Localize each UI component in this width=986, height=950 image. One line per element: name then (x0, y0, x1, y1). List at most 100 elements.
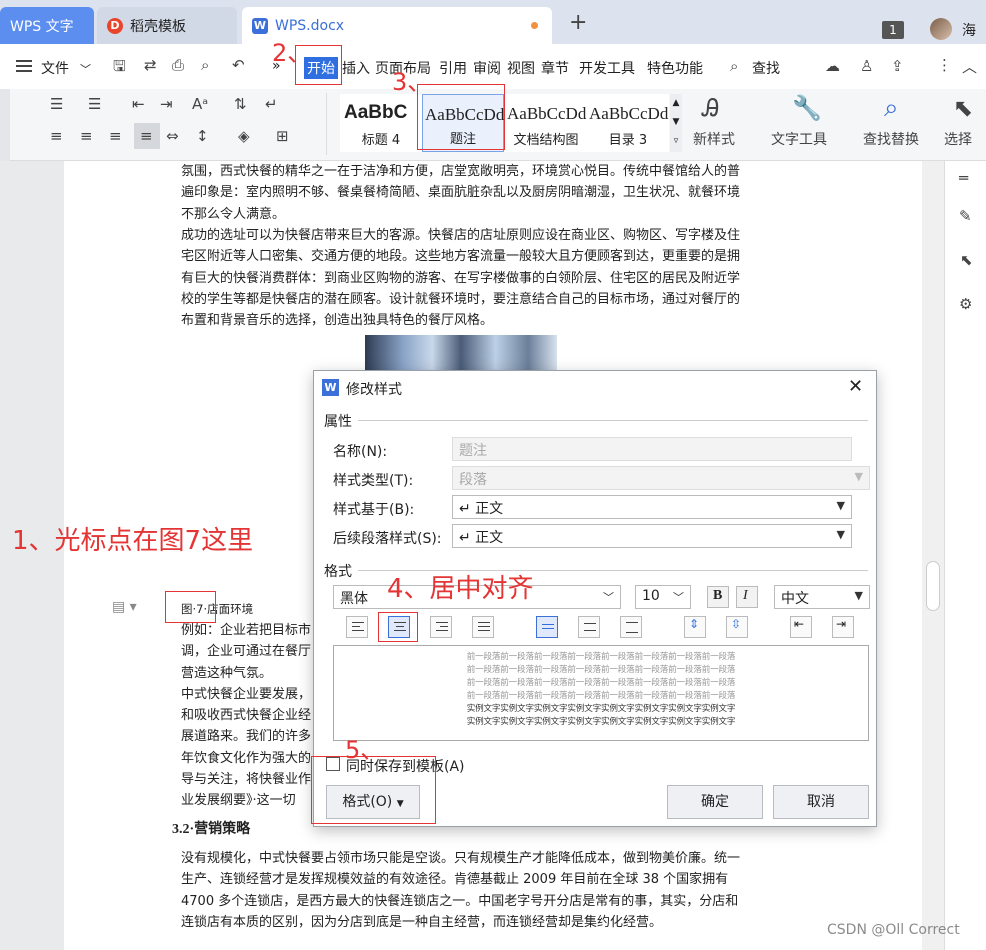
vertical-scrollbar[interactable] (922, 161, 944, 950)
borders-icon[interactable]: ⊞ (276, 127, 289, 145)
style-type-select[interactable]: 段落 ▼ (452, 466, 870, 490)
pen-icon[interactable]: ✎ (959, 207, 972, 225)
style-preview: AaBbCcDd (507, 104, 587, 123)
menu-view[interactable]: 视图 (507, 58, 535, 78)
menu-search[interactable]: 查找 (752, 58, 780, 78)
print-preview-icon[interactable]: ⌕ (201, 56, 209, 74)
numbered-list-icon[interactable]: ☰ (88, 95, 101, 113)
section-heading[interactable]: 3.2·营销策略 (172, 818, 250, 838)
text-tools-button[interactable]: 文字工具 (771, 129, 827, 149)
undo-icon[interactable]: ↶ (232, 56, 245, 74)
pointer-icon[interactable]: ⬉ (960, 251, 973, 269)
window-count-badge[interactable]: 1 (882, 21, 904, 39)
menu-chapter[interactable]: 章节 (541, 58, 569, 78)
print-icon[interactable]: ⎙ (172, 56, 184, 74)
name-field[interactable]: 题注 (452, 437, 852, 461)
watermark: CSDN @Oll Correct (827, 922, 960, 938)
style-gallery-scroll[interactable]: ▲ ▼ ▿ (670, 94, 682, 152)
doc-line: 和吸收西式快餐企业经 (181, 708, 312, 724)
close-icon[interactable]: ✕ (848, 376, 863, 397)
paragraph-3[interactable]: 没有规模化，中式快餐要占领市场只能是空谈。只有规模生产才能降低成本，做到物美价廉… (181, 848, 746, 933)
chevron-down-icon: ﹀ (673, 591, 684, 604)
doc-line: 业发展纲要》·这一切 (181, 793, 296, 809)
align-center-icon[interactable]: ≡ (80, 127, 93, 145)
italic-button[interactable]: I (736, 586, 758, 608)
export-icon[interactable]: ⇄ (144, 56, 157, 74)
menu-file[interactable]: 文件 (41, 58, 69, 78)
one-half-spacing-button[interactable] (578, 616, 600, 638)
style-toc3[interactable]: AaBbCcDd 目录 3 (587, 94, 669, 152)
cursor-icon[interactable]: ⬉ (953, 94, 973, 122)
hamburger-icon[interactable] (16, 60, 32, 72)
collapse-panel-icon[interactable]: ═ (959, 169, 968, 187)
double-spacing-button[interactable] (620, 616, 642, 638)
annotation-box-center (378, 612, 418, 642)
align-left-button[interactable] (346, 616, 368, 638)
decrease-indent-icon[interactable]: ⇤ (132, 95, 145, 113)
add-user-icon[interactable]: ♙ (860, 57, 873, 75)
justify-button[interactable]: ≡ (134, 123, 160, 149)
style-doc-map[interactable]: AaBbCcDd 文档结构图 (505, 94, 587, 152)
wrench-icon[interactable]: 🔧 (792, 94, 822, 122)
show-marks-icon[interactable]: ↵ (265, 95, 278, 113)
share-icon[interactable]: ⇪ (891, 57, 904, 75)
distribute-icon[interactable]: ⇔ (166, 127, 179, 145)
cloud-sync-icon[interactable]: ☁ (825, 57, 840, 75)
find-replace-icon[interactable]: ⌕ (884, 93, 899, 124)
decrease-para-spacing-button[interactable]: ⇳ (726, 616, 748, 638)
shading-icon[interactable]: ◈ (238, 127, 250, 145)
next-style-select[interactable]: ↵ 正文 ▼ (452, 524, 852, 548)
bullet-list-icon[interactable]: ☰ (50, 95, 63, 113)
scroll-thumb[interactable] (926, 561, 940, 611)
bold-button[interactable]: B (707, 586, 729, 608)
menu-references[interactable]: 引用 (439, 58, 467, 78)
chevron-down-icon[interactable]: ﹀ (80, 61, 91, 77)
menu-special[interactable]: 特色功能 (647, 58, 703, 78)
tab-template[interactable]: D 稻壳模板 (97, 7, 237, 44)
tab-wps-home[interactable]: WPS 文字 (0, 7, 94, 44)
menu-review[interactable]: 审阅 (473, 58, 501, 78)
font-size-select[interactable]: 10 ﹀ (635, 585, 691, 609)
align-right-button[interactable] (430, 616, 452, 638)
save-icon[interactable]: 🖫 (113, 56, 126, 81)
more-icon[interactable]: ⋮ (937, 56, 952, 74)
align-left-icon[interactable]: ≡ (50, 127, 63, 145)
ribbon-scroll-left[interactable] (0, 89, 10, 161)
based-on-select[interactable]: ↵ 正文 ▼ (452, 495, 852, 519)
search-icon[interactable]: ⌕ (730, 57, 738, 75)
tab-bar: WPS 文字 D 稻壳模板 W WPS.docx + 1 海 (0, 0, 986, 44)
decrease-indent-button[interactable]: ⇤ (790, 616, 812, 638)
select-button[interactable]: 选择 (944, 129, 972, 149)
find-replace-button[interactable]: 查找替换 (863, 129, 919, 149)
new-style-icon[interactable]: Ꭿ (702, 94, 719, 122)
change-case-icon[interactable]: Aᵃ (192, 95, 208, 113)
justify-button[interactable] (472, 616, 494, 638)
line-spacing-icon[interactable]: ↕ (196, 127, 209, 145)
indent-icon: ⇥ (836, 617, 847, 631)
dialog-title: 修改样式 (346, 382, 402, 398)
storefront-photo[interactable] (365, 335, 557, 371)
increase-indent-button[interactable]: ⇥ (832, 616, 854, 638)
align-right-icon[interactable]: ≡ (109, 127, 122, 145)
sort-icon[interactable]: ⇅ (234, 95, 247, 113)
paragraph-1[interactable]: 氛围，西式快餐的精华之一在于洁净和方便，店堂宽敞明亮，环境赏心悦目。传统中餐馆给… (181, 161, 746, 225)
new-style-button[interactable]: 新样式 (693, 129, 735, 149)
avatar[interactable] (930, 18, 952, 40)
hidden-paragraph-fragment[interactable]: 例如：企业若把目标市 调，企业可通过在餐厅 营造这种气氛。 中式快餐企业要发展，… (181, 620, 316, 812)
style-heading4[interactable]: AaBbC 标题 4 (340, 94, 422, 152)
annotation-step2: 2、 (272, 39, 312, 67)
ok-button[interactable]: 确定 (667, 785, 763, 819)
language-select[interactable]: 中文 ▼ (774, 585, 870, 609)
menu-insert[interactable]: 插入 (342, 58, 370, 78)
new-tab-button[interactable]: + (569, 10, 587, 35)
increase-para-spacing-button[interactable]: ⇕ (684, 616, 706, 638)
increase-indent-icon[interactable]: ⇥ (160, 95, 173, 113)
collapse-ribbon-icon[interactable]: ︿ (962, 56, 977, 77)
menu-dev-tools[interactable]: 开发工具 (579, 58, 635, 78)
style-label: 文档结构图 (513, 133, 579, 148)
cancel-button[interactable]: 取消 (773, 785, 869, 819)
settings-sliders-icon[interactable]: ⚙ (959, 295, 972, 313)
paragraph-2[interactable]: 成功的选址可以为快餐店带来巨大的客源。快餐店的店址原则应设在商业区、购物区、写字… (181, 225, 746, 331)
paragraph-handle-icon[interactable]: ▤ ▾ (112, 599, 137, 615)
single-spacing-button[interactable] (536, 616, 558, 638)
